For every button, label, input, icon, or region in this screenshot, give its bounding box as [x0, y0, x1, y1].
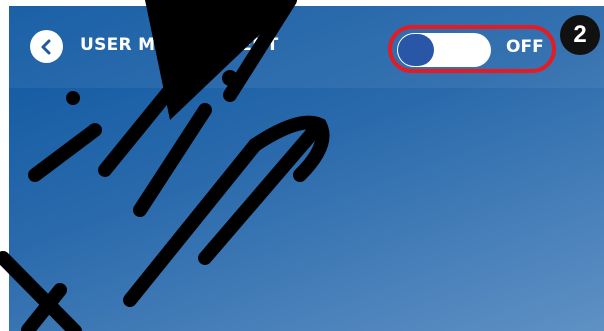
page-title: USER MANAGEMENT — [80, 35, 279, 55]
step-callout-badge: 2 — [560, 15, 600, 55]
page-frame: USER MANAGEMENT OFF 2 — [0, 0, 604, 331]
toggle-state-label: OFF — [506, 37, 544, 57]
back-button[interactable] — [30, 30, 63, 63]
chevron-left-icon — [41, 39, 50, 54]
toggle-knob[interactable] — [398, 34, 434, 66]
device-screen: USER MANAGEMENT OFF — [9, 6, 604, 331]
